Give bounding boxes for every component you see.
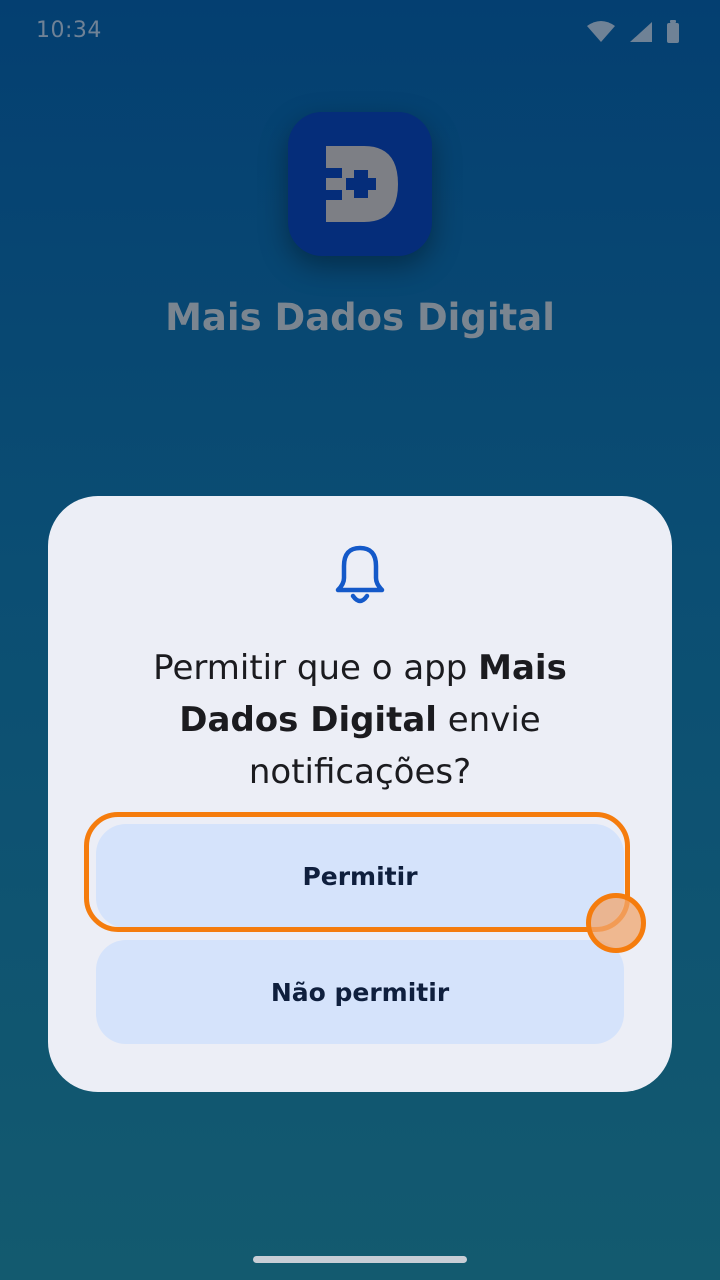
status-bar: 10:34 xyxy=(0,0,720,66)
notification-permission-dialog: Permitir que o app Mais Dados Digital en… xyxy=(48,496,672,1092)
dialog-title-prefix: Permitir que o app xyxy=(153,648,479,688)
bell-icon xyxy=(332,544,388,606)
status-icons xyxy=(586,20,680,44)
battery-icon xyxy=(666,20,680,44)
gesture-nav-handle[interactable] xyxy=(253,1256,467,1263)
deny-button[interactable]: Não permitir xyxy=(96,940,624,1044)
app-logo-icon xyxy=(288,112,432,256)
wifi-icon xyxy=(586,20,616,44)
app-name: Mais Dados Digital xyxy=(165,296,555,339)
signal-icon xyxy=(628,20,654,44)
status-time: 10:34 xyxy=(36,18,102,43)
allow-button[interactable]: Permitir xyxy=(96,824,624,928)
dialog-title: Permitir que o app Mais Dados Digital en… xyxy=(108,642,612,798)
